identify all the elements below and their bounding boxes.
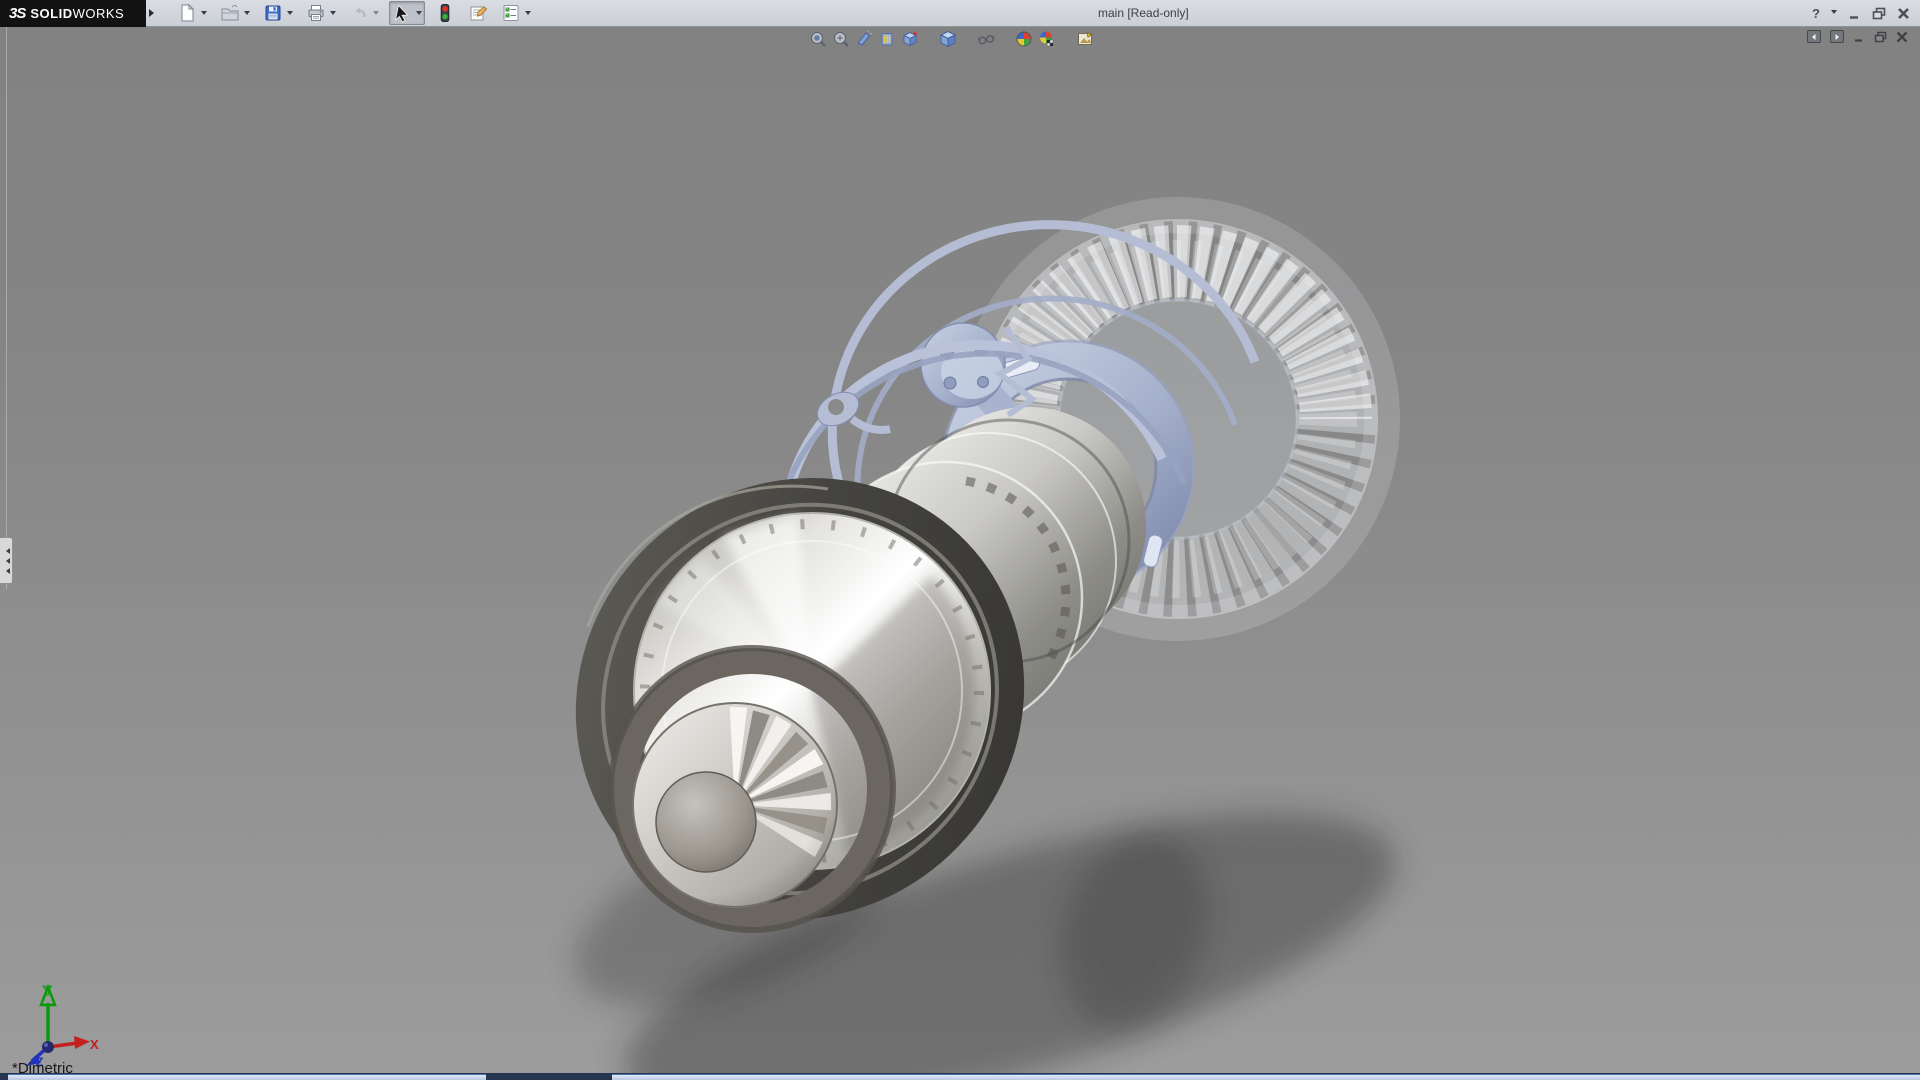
engine-pipes-back — [832, 225, 1255, 547]
undo-arrow-icon — [349, 3, 369, 23]
pane-toggle-left-icon[interactable] — [1807, 30, 1821, 43]
display-style-icon — [939, 30, 957, 48]
options-button[interactable] — [498, 1, 534, 25]
graphics-area[interactable]: Y X Z *Dimetric — [0, 27, 1920, 1073]
save-button[interactable] — [260, 1, 296, 25]
apply-scene-icon — [1038, 30, 1056, 48]
solidworks-window: 3S SOLIDWORKS — [0, 0, 1920, 1080]
file-properties-button[interactable] — [465, 1, 491, 25]
exhaust-duct — [634, 513, 990, 869]
hide-show-items-glasses-icon — [977, 30, 995, 48]
view-settings-button[interactable] — [1075, 29, 1095, 49]
zoom-to-fit-icon — [809, 30, 827, 48]
zoom-to-area-icon — [832, 30, 850, 48]
solidworks-logo: 3S SOLIDWORKS — [0, 0, 146, 27]
hide-show-items-button[interactable] — [976, 29, 996, 49]
help-button[interactable]: ? — [1812, 6, 1820, 21]
engine-body — [810, 407, 1146, 734]
view-settings-icon — [1076, 30, 1094, 48]
accessory-boss — [921, 323, 1014, 425]
feature-panel-collapsed-tab[interactable] — [0, 537, 13, 584]
select-cursor-icon — [392, 3, 412, 23]
dropdown-arrow-icon[interactable] — [287, 11, 293, 18]
edit-appearance-icon — [1015, 30, 1033, 48]
section-view-button[interactable] — [854, 29, 874, 49]
heads-up-toolbar — [808, 29, 1098, 49]
brand-name: SOLIDWORKS — [30, 6, 124, 21]
dropdown-arrow-icon[interactable] — [416, 11, 422, 18]
status-segment — [8, 1074, 486, 1080]
front-frame-ring — [942, 341, 1194, 593]
close-icon[interactable] — [1897, 7, 1910, 20]
inner-nozzle — [611, 648, 893, 930]
engine-model — [0, 27, 1920, 1073]
close-document-button[interactable] — [1896, 31, 1908, 43]
logo-flyout-arrow-icon[interactable] — [149, 9, 158, 17]
reference-triad: Y X Z — [16, 981, 100, 1067]
collapse-arrow-icon — [3, 548, 10, 554]
undo-button[interactable] — [346, 1, 382, 25]
view-orientation-icon — [901, 30, 919, 48]
status-bar — [0, 1073, 1920, 1080]
annotation-views-button[interactable] — [877, 29, 897, 49]
options-checklist-icon — [501, 3, 521, 23]
open-folder-icon — [220, 3, 240, 23]
help-dropdown-arrow-icon[interactable] — [1831, 10, 1837, 17]
document-window-controls — [1807, 30, 1908, 43]
zoom-to-area-button[interactable] — [831, 29, 851, 49]
nozzle-ring — [487, 388, 1114, 1010]
dropdown-arrow-icon[interactable] — [525, 11, 531, 18]
save-floppy-icon — [263, 3, 283, 23]
minimize-button[interactable] — [1848, 7, 1861, 20]
dropdown-arrow-icon[interactable] — [201, 11, 207, 18]
model-shadow — [549, 751, 1424, 1073]
dropdown-arrow-icon[interactable] — [373, 11, 379, 18]
restore-document-button[interactable] — [1874, 31, 1887, 43]
window-title: main [Read-only] — [1098, 6, 1189, 20]
tail-hub — [656, 772, 756, 872]
triad-y-label: Y — [43, 983, 52, 998]
window-controls: ? — [1812, 0, 1910, 26]
collapse-arrow-icon — [3, 568, 10, 574]
dropdown-arrow-icon[interactable] — [244, 11, 250, 18]
printer-icon — [306, 3, 326, 23]
feature-panel-edge — [6, 27, 7, 589]
display-style-button[interactable] — [938, 29, 958, 49]
view-orientation-button[interactable] — [900, 29, 920, 49]
new-document-button[interactable] — [174, 1, 210, 25]
rebuild-button[interactable] — [432, 1, 458, 25]
zoom-to-fit-button[interactable] — [808, 29, 828, 49]
main-toolbar — [174, 1, 534, 25]
status-segment — [612, 1074, 1920, 1080]
dassault-3ds-logo-glyph: 3S — [9, 5, 25, 22]
edit-appearance-button[interactable] — [1014, 29, 1034, 49]
triad-x-label: X — [90, 1037, 99, 1052]
tail-cone — [633, 703, 837, 907]
minimize-document-button[interactable] — [1853, 31, 1865, 43]
title-bar: 3S SOLIDWORKS — [0, 0, 1920, 27]
new-document-icon — [177, 3, 197, 23]
open-button[interactable] — [217, 1, 253, 25]
print-button[interactable] — [303, 1, 339, 25]
apply-scene-button[interactable] — [1037, 29, 1057, 49]
pane-toggle-right-icon[interactable] — [1830, 30, 1844, 43]
fan-blades — [974, 215, 1382, 623]
section-view-icon — [855, 30, 873, 48]
annotation-views-icon — [878, 30, 896, 48]
collapse-arrow-icon — [3, 558, 10, 564]
file-properties-icon — [468, 3, 488, 23]
restore-button[interactable] — [1872, 7, 1886, 20]
dropdown-arrow-icon[interactable] — [330, 11, 336, 18]
rebuild-traffic-light-icon — [435, 3, 455, 23]
select-button[interactable] — [389, 1, 425, 25]
engine-pipes-front — [772, 327, 1184, 639]
